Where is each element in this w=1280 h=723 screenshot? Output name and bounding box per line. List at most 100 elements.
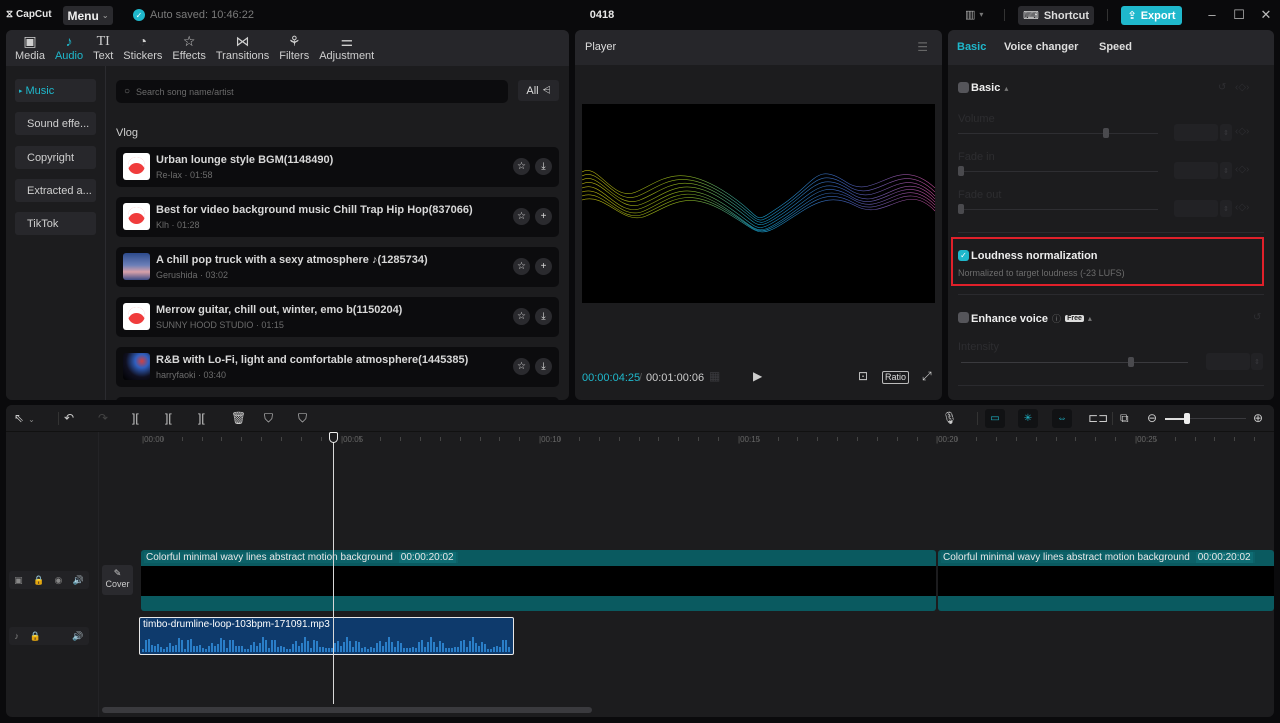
intensity-input[interactable]	[1206, 353, 1250, 370]
maximize-button[interactable]: ☐	[1230, 7, 1248, 23]
volume-input[interactable]	[1174, 124, 1218, 141]
hamburger-menu-icon[interactable]: ☰	[917, 40, 928, 54]
tab-audio[interactable]: ♪ Audio	[50, 30, 88, 66]
fade-in-input[interactable]	[1174, 162, 1218, 179]
fade-out-slider-handle[interactable]	[958, 204, 964, 214]
redo-button[interactable]: ↷	[98, 411, 108, 425]
audio-clip[interactable]: timbo-drumline-loop-103bpm-171091.mp3	[139, 617, 514, 655]
grid-view-icon[interactable]: ▦	[709, 369, 720, 383]
freeze-button[interactable]: ⛉	[298, 411, 307, 425]
favorite-button[interactable]: ☆	[513, 308, 530, 325]
fade-in-stepper[interactable]: ⇕	[1220, 162, 1232, 179]
fit-zoom-button[interactable]: ⊡	[858, 369, 868, 383]
close-button[interactable]: ✕	[1257, 7, 1275, 23]
keyframe-nav[interactable]: ‹◇›	[1235, 126, 1249, 137]
tab-stickers[interactable]: ◔ Stickers	[118, 30, 167, 66]
loudness-checkbox[interactable]: ✓	[958, 250, 969, 261]
intensity-slider[interactable]	[961, 362, 1188, 363]
zoom-slider-handle[interactable]	[1184, 413, 1190, 424]
video-clip[interactable]: Colorful minimal wavy lines abstract mot…	[141, 550, 936, 611]
basic-section-title[interactable]: Basic ▴	[971, 82, 1008, 94]
cover-button[interactable]: ✎ Cover	[102, 565, 133, 595]
reset-icon[interactable]: ↺	[1253, 312, 1261, 323]
ratio-button[interactable]: Ratio	[882, 371, 910, 384]
delete-button[interactable]: 🗑	[231, 411, 246, 425]
download-button[interactable]: ⤓	[535, 158, 552, 175]
layout-button[interactable]: ▥ ▾	[965, 8, 983, 21]
sidebar-item-tiktok[interactable]: TikTok	[15, 212, 96, 235]
intensity-slider-handle[interactable]	[1128, 357, 1134, 367]
keyframe-nav[interactable]: ‹◇›	[1235, 82, 1249, 93]
linkage-toggle[interactable]: ⇔	[1052, 409, 1072, 428]
list-item[interactable]: A chill pop truck with a sexy atmosphere…	[116, 247, 559, 287]
video-preview[interactable]	[582, 104, 935, 303]
shortcut-button[interactable]: ⌨ Shortcut	[1018, 6, 1094, 25]
fade-out-input[interactable]	[1174, 200, 1218, 217]
lock-icon[interactable]: 🔒	[33, 575, 44, 586]
fade-out-slider[interactable]	[958, 209, 1158, 210]
tab-speed[interactable]: Speed	[1099, 41, 1132, 53]
favorite-button[interactable]: ☆	[513, 258, 530, 275]
speaker-icon[interactable]: 🔊	[72, 631, 83, 642]
search-input[interactable]: ○ Search song name/artist	[116, 80, 508, 103]
export-button[interactable]: ⇪ Export	[1121, 6, 1182, 25]
enhance-voice-title[interactable]: Enhance voice ⓘ Free ▴	[971, 312, 1092, 325]
eye-icon[interactable]: ◉	[54, 575, 62, 586]
tab-voice-changer[interactable]: Voice changer	[1004, 41, 1078, 53]
sidebar-item-sound-effects[interactable]: Sound effe...	[15, 112, 96, 135]
fade-in-slider[interactable]	[958, 171, 1158, 172]
add-button[interactable]: +	[535, 258, 552, 275]
time-ruler[interactable]: |00:00 |00:05 |00:10 |00:15 |00:20 |00:2…	[99, 432, 1274, 448]
split-left-button[interactable]: ][	[165, 411, 172, 425]
volume-slider[interactable]	[958, 133, 1158, 134]
intensity-stepper[interactable]: ⇕	[1251, 353, 1263, 370]
tab-effects[interactable]: ☆ Effects	[167, 30, 210, 66]
basic-checkbox[interactable]	[958, 82, 969, 93]
play-button[interactable]: ▶	[753, 369, 762, 383]
record-button[interactable]: 🎙	[942, 411, 957, 425]
tab-transitions[interactable]: ⋈ Transitions	[211, 30, 274, 66]
zoom-in-button[interactable]: ⊕	[1253, 411, 1263, 425]
list-item[interactable]: Best for video background music Chill Tr…	[116, 197, 559, 237]
volume-stepper[interactable]: ⇕	[1220, 124, 1232, 141]
select-tool-button[interactable]: ⇖ ⌄	[14, 411, 35, 427]
split-right-button[interactable]: ][	[198, 411, 205, 425]
fade-out-stepper[interactable]: ⇕	[1220, 200, 1232, 217]
mark-button[interactable]: ⛉	[264, 411, 273, 425]
filter-button[interactable]: All ⩤	[518, 80, 559, 101]
list-item[interactable]: R&B with Lo-Fi, light and comfortable at…	[116, 347, 559, 387]
download-button[interactable]: ⤓	[535, 358, 552, 375]
tab-text[interactable]: TI Text	[88, 30, 118, 66]
auto-snap-toggle[interactable]: ✳	[1018, 409, 1038, 428]
list-item[interactable]: Merrow guitar, chill out, winter, emo b(…	[116, 297, 559, 337]
zoom-slider[interactable]	[1190, 418, 1246, 419]
speaker-icon[interactable]: 🔊	[73, 575, 84, 586]
list-item[interactable]: Urban lounge style BGM(1148490) Re-lax ·…	[116, 147, 559, 187]
add-button[interactable]: +	[535, 208, 552, 225]
split-button[interactable]: ][	[132, 411, 139, 425]
keyframe-nav[interactable]: ‹◇›	[1235, 202, 1249, 213]
reset-icon[interactable]: ↺	[1218, 82, 1226, 93]
fullscreen-button[interactable]: ⤢	[922, 369, 932, 384]
favorite-button[interactable]: ☆	[513, 358, 530, 375]
fade-in-slider-handle[interactable]	[958, 166, 964, 176]
favorite-button[interactable]: ☆	[513, 158, 530, 175]
enhance-voice-checkbox[interactable]	[958, 312, 969, 323]
favorite-button[interactable]: ☆	[513, 208, 530, 225]
main-track-magnet-toggle[interactable]: ▭	[985, 409, 1005, 428]
download-button[interactable]: ⤓	[535, 308, 552, 325]
keyframe-nav[interactable]: ‹◇›	[1235, 164, 1249, 175]
undo-button[interactable]: ↶	[64, 411, 74, 425]
sidebar-item-copyright[interactable]: Copyright	[15, 146, 96, 169]
zoom-to-fit-button[interactable]: ⧉	[1120, 411, 1129, 425]
minimize-button[interactable]: –	[1203, 7, 1221, 22]
video-clip[interactable]: Colorful minimal wavy lines abstract mot…	[938, 550, 1274, 611]
tab-filters[interactable]: ⚘ Filters	[274, 30, 314, 66]
preview-axis-button[interactable]: ⊏⊐	[1088, 411, 1108, 425]
tab-adjustment[interactable]: ⚌ Adjustment	[314, 30, 379, 66]
tab-media[interactable]: ▣ Media	[10, 30, 50, 66]
sidebar-item-extracted-audio[interactable]: Extracted a...	[15, 179, 96, 202]
help-icon[interactable]: ⓘ	[1052, 312, 1061, 325]
list-item[interactable]	[116, 397, 559, 400]
sidebar-item-music[interactable]: ▸ Music	[15, 79, 96, 102]
